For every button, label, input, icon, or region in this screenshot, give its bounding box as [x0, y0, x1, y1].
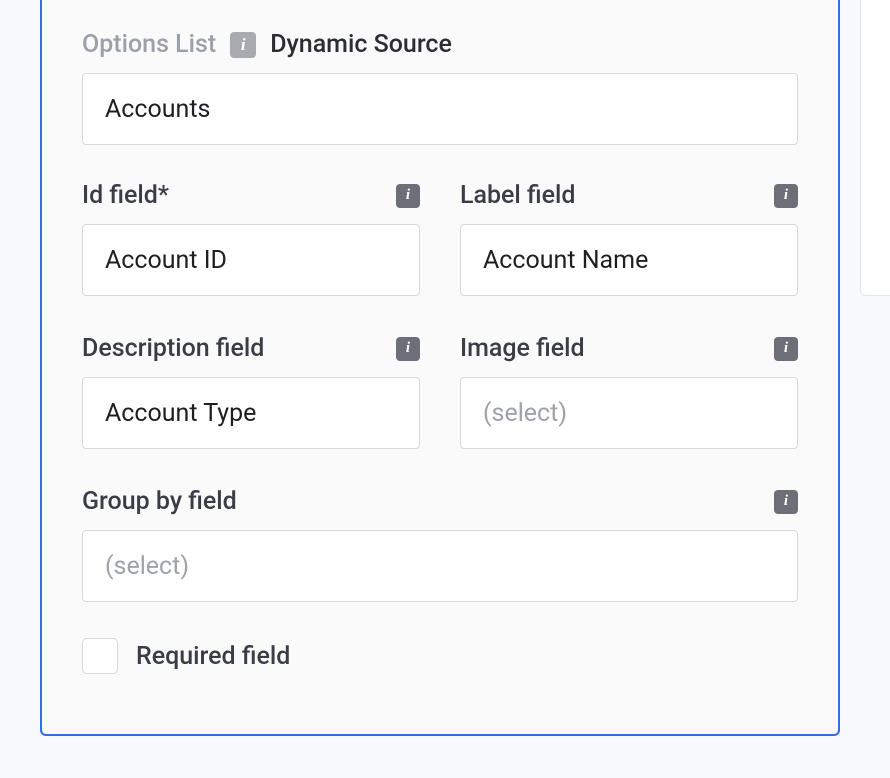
- options-source-select[interactable]: Accounts: [82, 73, 798, 145]
- id-field-group: Id field* i Account ID: [82, 181, 420, 296]
- info-icon[interactable]: i: [774, 184, 798, 208]
- description-field-group: Description field i Account Type: [82, 334, 420, 449]
- options-source-field: Accounts: [82, 73, 798, 145]
- label-field-group: Label field i Account Name: [460, 181, 798, 296]
- image-field-select[interactable]: (select): [460, 377, 798, 449]
- image-field-group: Image field i (select): [460, 334, 798, 449]
- options-list-header: Options List i Dynamic Source: [82, 30, 798, 59]
- label-field-label-row: Label field i: [460, 181, 798, 210]
- description-field-select[interactable]: Account Type: [82, 377, 420, 449]
- image-field-label: Image field: [460, 334, 585, 363]
- id-label-row: Id field* i Account ID Label field i Acc…: [82, 181, 798, 296]
- group-by-field-label: Group by field: [82, 487, 237, 516]
- dynamic-source-label: Dynamic Source: [270, 30, 452, 59]
- id-field-label-row: Id field* i: [82, 181, 420, 210]
- info-icon[interactable]: i: [396, 337, 420, 361]
- info-icon[interactable]: i: [774, 337, 798, 361]
- required-field-label: Required field: [136, 642, 290, 671]
- info-icon[interactable]: i: [774, 490, 798, 514]
- required-field-row: Required field: [82, 638, 798, 674]
- description-field-label-row: Description field i: [82, 334, 420, 363]
- config-panel: Options List i Dynamic Source Accounts I…: [40, 0, 840, 736]
- description-field-label: Description field: [82, 334, 264, 363]
- label-field-select[interactable]: Account Name: [460, 224, 798, 296]
- options-list-label: Options List: [82, 30, 216, 59]
- required-field-checkbox[interactable]: [82, 638, 118, 674]
- id-field-label: Id field*: [82, 181, 169, 210]
- description-image-row: Description field i Account Type Image f…: [82, 334, 798, 449]
- info-icon[interactable]: i: [396, 184, 420, 208]
- info-icon[interactable]: i: [230, 32, 256, 58]
- side-panel: [860, 0, 890, 296]
- group-by-field-select[interactable]: (select): [82, 530, 798, 602]
- group-by-field-label-row: Group by field i: [82, 487, 798, 516]
- image-field-label-row: Image field i: [460, 334, 798, 363]
- group-by-field-group: Group by field i (select): [82, 487, 798, 602]
- id-field-select[interactable]: Account ID: [82, 224, 420, 296]
- label-field-label: Label field: [460, 181, 575, 210]
